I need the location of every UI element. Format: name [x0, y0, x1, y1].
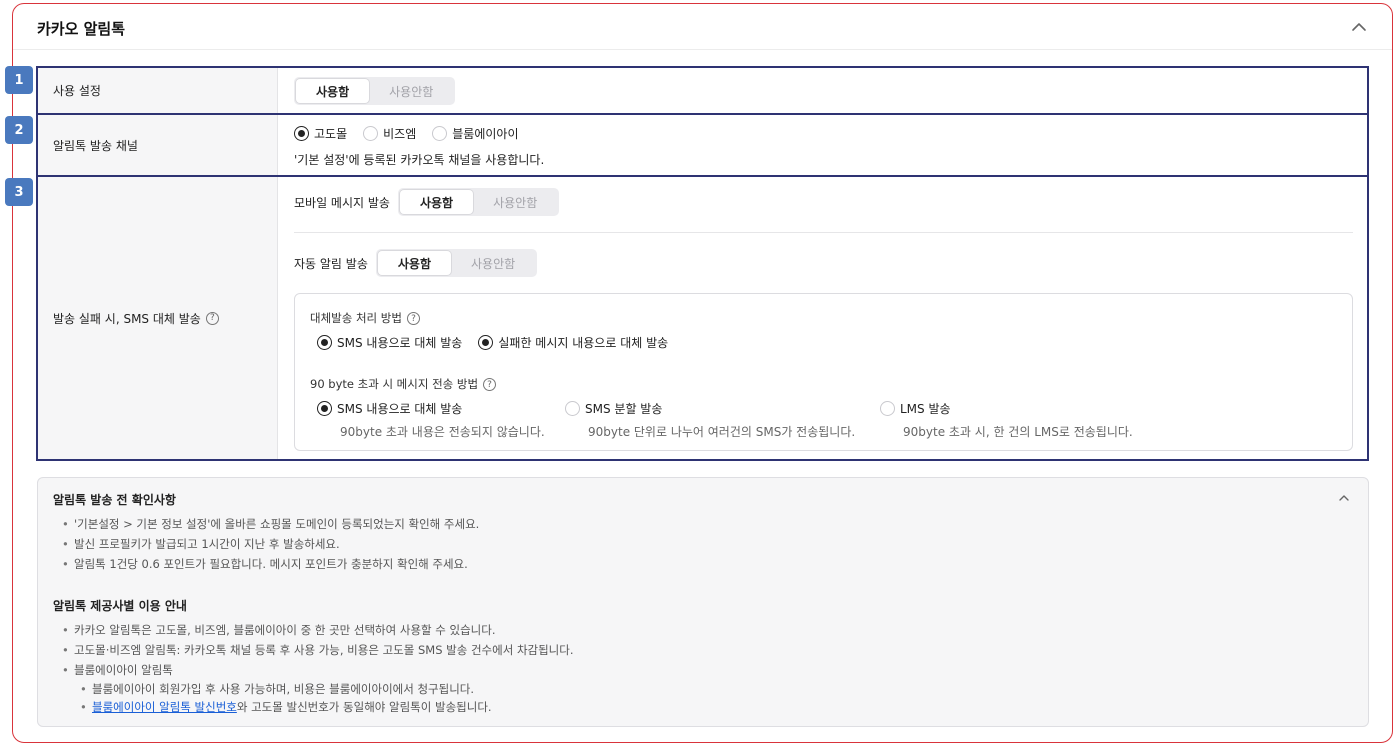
radio-unchecked-icon [363, 126, 379, 141]
panel-header[interactable]: 카카오 알림톡 [13, 4, 1392, 50]
sms-fallback-row: 발송 실패 시, SMS 대체 발송? 모바일 메시지 발송 사용함 사용안함 … [36, 175, 1369, 461]
help-icon[interactable]: ? [406, 312, 420, 325]
list-item: 카카오 알림톡은 고도몰, 비즈엠, 블룸에이아이 중 한 곳만 선택하여 사용… [62, 620, 574, 640]
method-radio-sms-content[interactable]: SMS 내용으로 대체 발송 [317, 334, 462, 351]
fallback-options-box: 대체발송 처리 방법? SMS 내용으로 대체 발송 실패한 메시지 내용으로 … [294, 293, 1353, 451]
list-item: 알림톡 1건당 0.6 포인트가 필요합니다. 메시지 포인트가 충분하지 확인… [62, 554, 479, 574]
help-icon[interactable]: ? [483, 378, 497, 391]
channel-label: 알림톡 발송 채널 [38, 115, 278, 175]
channel-row: 알림톡 발송 채널 고도몰 비즈엠 블룸에이아이 '기본 설정'에 등록된 카카… [36, 113, 1369, 177]
channel-description: '기본 설정'에 등록된 카카오톡 채널을 사용합니다. [294, 153, 545, 167]
chevron-up-icon[interactable] [1336, 490, 1352, 506]
radio-unchecked-icon [432, 126, 448, 141]
usage-setting-label: 사용 설정 [38, 68, 278, 113]
method-radio-group: SMS 내용으로 대체 발송 실패한 메시지 내용으로 대체 발송 [317, 334, 668, 351]
channel-radio-godomall[interactable]: 고도몰 [294, 125, 347, 142]
over90-option-desc: 90byte 초과 내용은 전송되지 않습니다. [340, 425, 545, 439]
radio-checked-icon [317, 335, 332, 350]
list-item: 블룸에이아이 알림톡 발신번호와 고도몰 발신번호가 동일해야 알림톡이 발송됩… [80, 698, 574, 716]
over90-option-lms[interactable]: LMS 발송 90byte 초과 시, 한 건의 LMS로 전송됩니다. [880, 400, 1133, 440]
radio-unchecked-icon [880, 401, 895, 416]
over90-option-split[interactable]: SMS 분할 발송 90byte 단위로 나누어 여러건의 SMS가 전송됩니다… [565, 400, 855, 440]
info-section1-title: 알림톡 발송 전 확인사항 [53, 493, 176, 507]
usage-setting-row: 사용 설정 사용함 사용안함 [36, 66, 1369, 115]
mobile-message-label: 모바일 메시지 발송 [294, 195, 390, 210]
channel-radio-bloomai[interactable]: 블룸에이아이 [432, 125, 519, 142]
mobile-message-toggle[interactable]: 사용함 사용안함 [397, 188, 560, 216]
help-icon[interactable]: ? [205, 311, 219, 325]
panel-title: 카카오 알림톡 [37, 20, 126, 38]
mobile-on-option[interactable]: 사용함 [399, 190, 474, 214]
info-box: 알림톡 발송 전 확인사항 '기본설정 > 기본 정보 설정'에 올바른 쇼핑몰… [37, 477, 1369, 727]
step-badge-1: 1 [5, 66, 33, 94]
list-item: '기본설정 > 기본 정보 설정'에 올바른 쇼핑몰 도메인이 등록되었는지 확… [62, 514, 479, 534]
method-radio-failed-content[interactable]: 실패한 메시지 내용으로 대체 발송 [478, 334, 668, 351]
info-section1-list: '기본설정 > 기본 정보 설정'에 올바른 쇼핑몰 도메인이 등록되었는지 확… [62, 514, 479, 574]
sms-fallback-label: 발송 실패 시, SMS 대체 발송? [38, 177, 278, 459]
chevron-up-icon[interactable] [1348, 16, 1370, 38]
usage-off-option[interactable]: 사용안함 [369, 79, 453, 103]
bloomai-sender-number-link[interactable]: 블룸에이아이 알림톡 발신번호 [92, 700, 237, 714]
info-section2-list: 카카오 알림톡은 고도몰, 비즈엠, 블룸에이아이 중 한 곳만 선택하여 사용… [62, 620, 574, 716]
radio-checked-icon [478, 335, 494, 350]
list-item: 블룸에이아이 회원가입 후 사용 가능하며, 비용은 블룸에이아이에서 청구됩니… [80, 680, 574, 698]
over90-title: 90 byte 초과 시 메시지 전송 방법? [310, 376, 497, 392]
channel-radio-bizm[interactable]: 비즈엠 [363, 125, 416, 142]
auto-notify-label: 자동 알림 발송 [294, 256, 368, 271]
step-badge-3: 3 [5, 178, 33, 206]
auto-on-option[interactable]: 사용함 [377, 251, 451, 275]
method-title: 대체발송 처리 방법? [310, 310, 420, 326]
over90-option-sms[interactable]: SMS 내용으로 대체 발송 90byte 초과 내용은 전송되지 않습니다. [317, 400, 545, 440]
radio-checked-icon [294, 126, 309, 141]
usage-on-option[interactable]: 사용함 [296, 79, 370, 103]
usage-toggle[interactable]: 사용함 사용안함 [294, 77, 456, 105]
step-badge-2: 2 [5, 116, 33, 144]
list-item: 발신 프로필키가 발급되고 1시간이 지난 후 발송하세요. [62, 534, 479, 554]
auto-off-option[interactable]: 사용안함 [451, 251, 535, 275]
list-item: 블룸에이아이 알림톡 [62, 660, 574, 680]
mobile-off-option[interactable]: 사용안함 [473, 190, 557, 214]
over90-option-desc: 90byte 초과 시, 한 건의 LMS로 전송됩니다. [903, 425, 1133, 439]
auto-notify-toggle[interactable]: 사용함 사용안함 [375, 249, 538, 277]
info-section2-title: 알림톡 제공사별 이용 안내 [53, 599, 187, 613]
divider [294, 232, 1353, 233]
list-item: 고도몰·비즈엠 알림톡: 카카오톡 채널 등록 후 사용 가능, 비용은 고도몰… [62, 640, 574, 660]
radio-unchecked-icon [565, 401, 580, 416]
radio-checked-icon [317, 401, 332, 416]
over90-option-desc: 90byte 단위로 나누어 여러건의 SMS가 전송됩니다. [588, 425, 856, 439]
channel-radio-group: 고도몰 비즈엠 블룸에이아이 [294, 125, 519, 142]
